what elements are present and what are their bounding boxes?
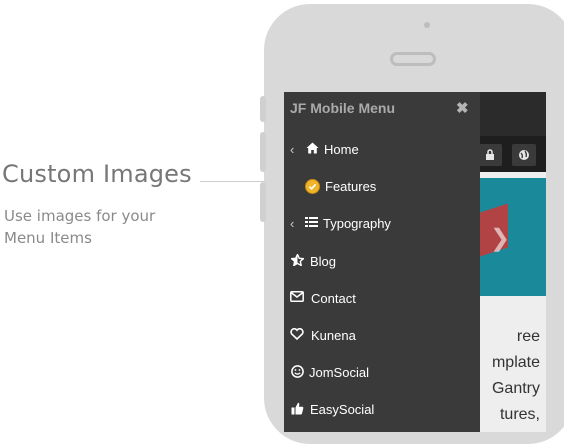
- thumbs-up-icon: [289, 402, 305, 416]
- site-hero-image: ❯: [480, 178, 546, 296]
- menu-title: JF Mobile Menu: [290, 100, 395, 116]
- menu-item-jomsocial[interactable]: JomSocial: [284, 358, 480, 388]
- menu-item-label: JomSocial: [309, 365, 369, 380]
- callout-title: Custom Images: [2, 160, 192, 188]
- list-icon: [303, 216, 319, 230]
- phone-speaker: [390, 52, 436, 66]
- close-icon[interactable]: ✖: [456, 99, 469, 117]
- menu-item-features[interactable]: Features: [284, 172, 480, 202]
- site-text-line: Gantry: [491, 380, 540, 397]
- heart-icon: [289, 327, 305, 342]
- menu-item-label: Typography: [323, 216, 391, 231]
- site-preview: ❯ ree mplate Gantry tures,: [478, 92, 546, 432]
- phone-side-button: [260, 96, 266, 122]
- menu-item-label: Features: [325, 179, 377, 194]
- menu-item-kunena[interactable]: Kunena: [284, 321, 480, 351]
- phone-volume-button: [260, 182, 266, 222]
- site-body-text: ree mplate Gantry tures,: [480, 324, 540, 428]
- callout-subtitle: Use images for your Menu Items: [4, 207, 156, 247]
- globe-icon[interactable]: [512, 144, 536, 166]
- site-text-line: ree: [516, 328, 540, 345]
- menu-item-blog[interactable]: Blog: [284, 247, 480, 277]
- site-text-line: mplate: [491, 354, 540, 371]
- menu-item-label: Home: [324, 142, 359, 157]
- star-icon: [289, 252, 305, 268]
- menu-item-home[interactable]: ‹ Home: [284, 135, 480, 165]
- menu-item-contact[interactable]: Contact: [284, 284, 480, 314]
- menu-item-easysocial[interactable]: EasySocial: [284, 395, 480, 425]
- phone-volume-button: [260, 132, 266, 172]
- hero-next-arrow-icon[interactable]: ❯: [490, 224, 510, 253]
- menu-item-label: Blog: [310, 254, 337, 269]
- phone-camera: [424, 22, 430, 28]
- envelope-icon: [289, 291, 305, 305]
- menu-item-label: Contact: [311, 291, 356, 306]
- mobile-menu-panel: JF Mobile Menu ✖ ‹ Home Features ‹ Typog…: [284, 92, 480, 432]
- menu-item-typography[interactable]: ‹ Typography: [284, 209, 480, 239]
- chevron-left-icon[interactable]: ‹: [290, 142, 300, 157]
- menu-item-label: EasySocial: [310, 402, 375, 417]
- smile-icon: [289, 365, 305, 379]
- chevron-left-icon[interactable]: ‹: [290, 216, 300, 231]
- lock-icon[interactable]: [478, 144, 502, 166]
- site-text-line: tures,: [499, 406, 540, 423]
- home-icon: [304, 142, 320, 156]
- menu-item-label: Kunena: [311, 328, 356, 343]
- site-header: [480, 92, 546, 136]
- features-badge-image-icon: [305, 179, 320, 194]
